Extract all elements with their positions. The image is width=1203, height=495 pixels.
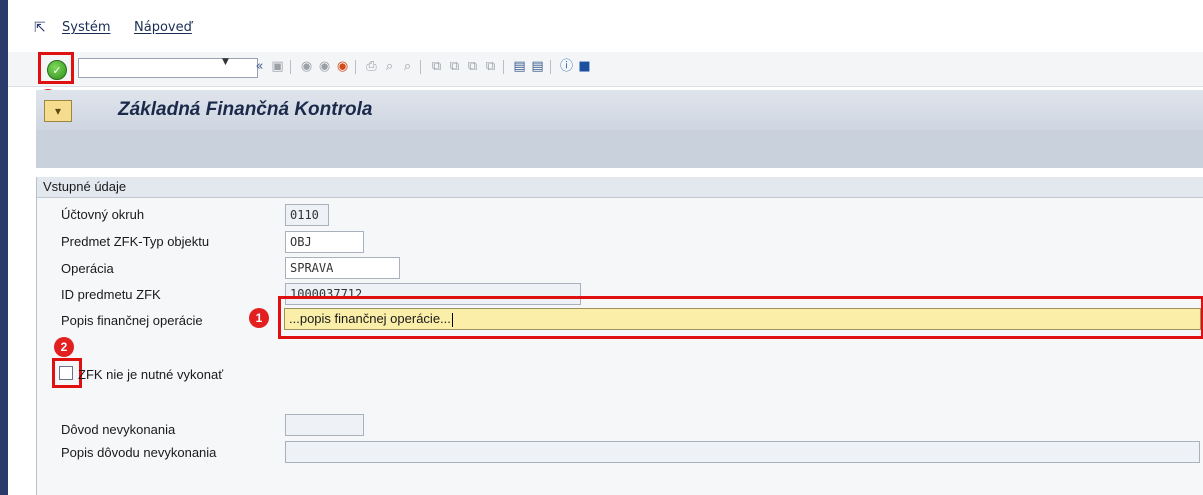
- screen-title-bar: ▾ Základná Finančná Kontrola: [36, 90, 1203, 130]
- menu-dropdown-icon[interactable]: ▾: [44, 100, 72, 122]
- previous-page-icon[interactable]: ⧉: [446, 58, 463, 76]
- last-page-icon[interactable]: ⧉: [482, 58, 499, 76]
- input-group-box: Vstupné údaje Účtovný okruh 0110 Predmet…: [36, 177, 1203, 495]
- menu-exit-icon[interactable]: ⇱: [34, 20, 50, 36]
- print-icon[interactable]: ⎙: [363, 58, 380, 76]
- label-subject-id: ID predmetu ZFK: [61, 287, 161, 302]
- group-title: Vstupné údaje: [43, 179, 127, 194]
- annotation-badge-1: 1: [249, 308, 269, 328]
- label-object-type: Predmet ZFK-Typ objektu: [61, 234, 210, 249]
- standard-toolbar: ✓ ▼ « ▣ ◉ ◉ ◉ ⎙ ⌕ ⌕ ⧉ ⧉ ⧉ ⧉ ▤ ▤ ⓘ ■: [8, 52, 1203, 87]
- cancel-icon[interactable]: ◉: [334, 58, 351, 76]
- label-operation-description: Popis finančnej operácie: [61, 313, 203, 328]
- exit-icon[interactable]: ◉: [316, 58, 333, 76]
- command-dropdown-icon[interactable]: ▼: [222, 57, 229, 67]
- window-left-border: [0, 0, 8, 495]
- label-company-code: Účtovný okruh: [61, 207, 145, 222]
- label-zfk-not-required: ZFK nie je nutné vykonať: [78, 367, 224, 382]
- application-toolbar: [36, 130, 1203, 168]
- page-title: Základná Finančná Kontrola: [118, 99, 373, 120]
- first-page-icon[interactable]: ⧉: [428, 58, 445, 76]
- command-field[interactable]: [78, 58, 258, 78]
- reason-description-field[interactable]: [285, 441, 1200, 463]
- group-header: Vstupné údaje: [37, 177, 1203, 198]
- operation-field[interactable]: SPRAVA: [285, 257, 400, 279]
- shortcut-icon[interactable]: ▤: [529, 58, 546, 76]
- find-next-icon[interactable]: ⌕: [399, 58, 416, 76]
- find-icon[interactable]: ⌕: [381, 58, 398, 76]
- layout-menu-icon[interactable]: ■: [576, 58, 593, 76]
- menu-system[interactable]: Systém: [62, 20, 110, 35]
- collapse-icon[interactable]: «: [251, 58, 268, 76]
- reason-field[interactable]: [285, 414, 364, 436]
- enter-check-icon[interactable]: ✓: [47, 60, 67, 80]
- next-page-icon[interactable]: ⧉: [464, 58, 481, 76]
- back-icon[interactable]: ◉: [298, 58, 315, 76]
- menu-bar: ⇱ Systém Nápoveď: [8, 20, 1203, 44]
- object-type-field[interactable]: OBJ: [285, 231, 364, 253]
- save-icon[interactable]: ▣: [269, 58, 286, 76]
- label-reason: Dôvod nevykonania: [61, 422, 176, 437]
- label-operation: Operácia: [61, 261, 114, 276]
- menu-help[interactable]: Nápoveď: [134, 20, 192, 35]
- zfk-not-required-checkbox[interactable]: [59, 366, 73, 380]
- operation-description-input[interactable]: ...popis finančnej operácie...: [284, 308, 1201, 330]
- annotation-badge-2: 2: [54, 337, 74, 357]
- label-reason-description: Popis dôvodu nevykonania: [61, 445, 217, 460]
- enter-button-highlight: ✓: [38, 52, 74, 84]
- company-code-field[interactable]: 0110: [285, 204, 329, 226]
- help-icon[interactable]: ⓘ: [558, 58, 575, 76]
- new-session-icon[interactable]: ▤: [511, 58, 528, 76]
